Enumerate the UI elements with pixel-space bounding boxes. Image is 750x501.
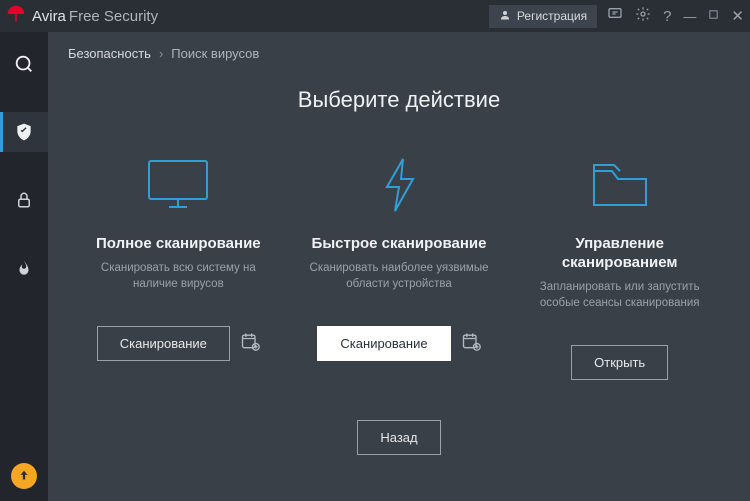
content: Выберите действие Полное сканирование Ск…	[48, 69, 750, 501]
sidebar-item-security[interactable]	[0, 112, 48, 152]
brand-text: AviraFree Security	[32, 8, 158, 25]
folder-icon	[588, 153, 652, 217]
gear-icon[interactable]	[635, 6, 651, 27]
card-desc: Сканировать наиболее уязвимые области ус…	[303, 260, 496, 308]
manage-scan-button[interactable]: Открыть	[571, 345, 668, 380]
breadcrumb: Безопасность › Поиск вирусов	[48, 32, 750, 69]
feedback-icon[interactable]	[607, 6, 623, 27]
card-title: Полное сканирование	[96, 235, 261, 254]
breadcrumb-root[interactable]: Безопасность	[68, 46, 151, 61]
full-scan-button[interactable]: Сканирование	[97, 326, 230, 361]
brand: AviraFree Security	[6, 4, 158, 29]
card-desc: Сканировать всю систему на наличие вирус…	[82, 260, 275, 308]
schedule-icon[interactable]	[461, 331, 481, 356]
card-title: Быстрое сканирование	[312, 235, 487, 254]
help-icon[interactable]: ?	[663, 8, 671, 25]
umbrella-icon	[6, 4, 26, 29]
card-full-scan: Полное сканирование Сканировать всю сист…	[78, 153, 279, 380]
sidebar-upgrade[interactable]	[0, 463, 48, 489]
breadcrumb-sub: Поиск вирусов	[171, 46, 259, 61]
close-icon[interactable]: ✕	[731, 7, 744, 25]
card-manage-scan: Управление сканированием Запланировать и…	[519, 153, 720, 380]
schedule-icon[interactable]	[240, 331, 260, 356]
back-button[interactable]: Назад	[357, 420, 440, 455]
card-title: Управление сканированием	[523, 235, 716, 273]
card-quick-scan: Быстрое сканирование Сканировать наиболе…	[299, 153, 500, 380]
sidebar-item-performance[interactable]	[0, 248, 48, 288]
quick-scan-button[interactable]: Сканирование	[317, 326, 450, 361]
brand-sub: Free Security	[69, 8, 158, 25]
maximize-icon[interactable]	[708, 7, 719, 25]
register-label: Регистрация	[517, 9, 587, 23]
card-desc: Запланировать или запустить особые сеанс…	[523, 279, 716, 327]
sidebar	[0, 32, 48, 501]
cards: Полное сканирование Сканировать всю сист…	[78, 153, 720, 380]
sidebar-item-privacy[interactable]	[0, 180, 48, 220]
sidebar-item-status[interactable]	[0, 44, 48, 84]
brand-main: Avira	[32, 8, 66, 25]
minimize-icon[interactable]: —	[683, 9, 696, 24]
monitor-icon	[143, 153, 213, 217]
main: Безопасность › Поиск вирусов Выберите де…	[48, 32, 750, 501]
lightning-icon	[379, 153, 419, 217]
register-button[interactable]: Регистрация	[489, 5, 597, 28]
user-icon	[499, 9, 511, 24]
page-title: Выберите действие	[298, 87, 500, 113]
chevron-right-icon: ›	[159, 46, 163, 61]
title-icons: ? — ✕	[607, 6, 744, 27]
titlebar: AviraFree Security Регистрация ? — ✕	[0, 0, 750, 32]
upgrade-icon	[11, 463, 37, 489]
